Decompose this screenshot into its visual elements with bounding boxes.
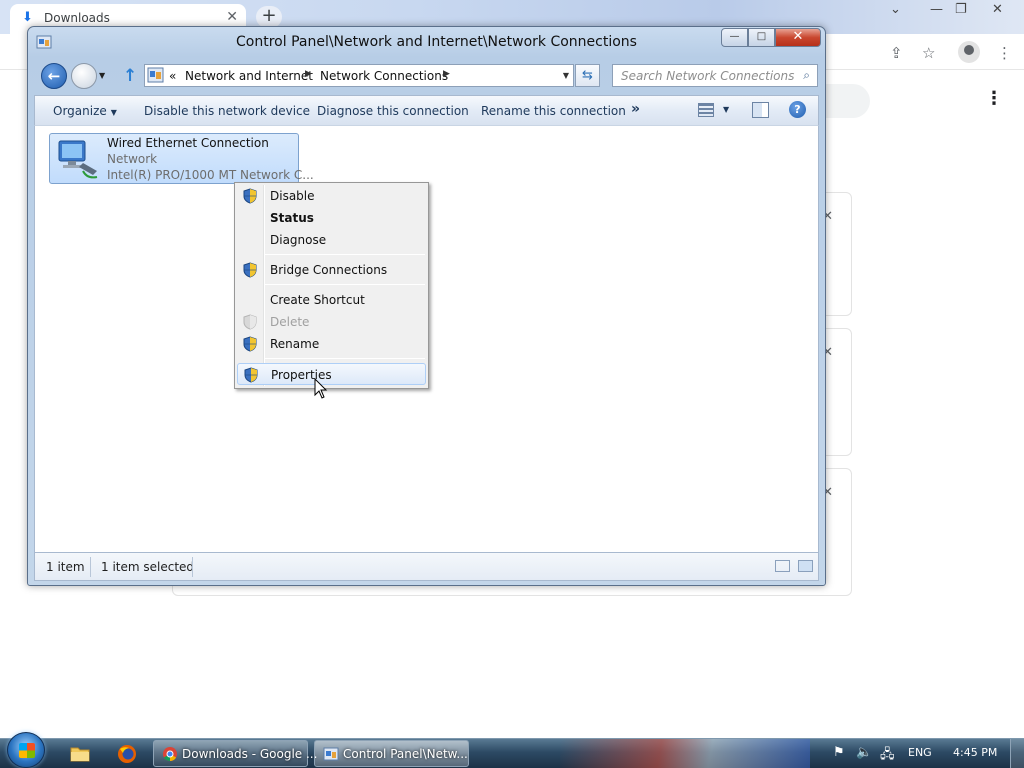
volume-icon[interactable]: 🔈 xyxy=(856,745,872,760)
status-bar: 1 item 1 item selected xyxy=(34,553,819,581)
breadcrumb-overflow[interactable]: « xyxy=(169,69,176,83)
uac-shield-icon xyxy=(243,336,257,352)
language-indicator[interactable]: ENG xyxy=(908,746,932,759)
menu-item-label: Delete xyxy=(270,315,310,329)
tab-close-icon[interactable]: ✕ xyxy=(226,9,238,25)
selection-count: 1 item selected xyxy=(101,560,195,574)
window-controls: — □ ✕ xyxy=(721,28,821,47)
taskbar-clock[interactable]: 4:45 PM xyxy=(953,746,997,759)
up-one-level-button[interactable]: ↑ xyxy=(123,66,137,86)
status-divider xyxy=(90,557,91,577)
menu-item-create-shortcut[interactable]: Create Shortcut xyxy=(237,289,426,311)
chrome-menu-icon[interactable]: ⋮ xyxy=(997,44,1012,62)
preview-pane-icon[interactable] xyxy=(752,102,769,118)
taskbar-task-label: Control Panel\Netw... xyxy=(343,747,468,761)
menu-item-properties[interactable]: Properties xyxy=(237,363,426,385)
menu-item-rename[interactable]: Rename xyxy=(237,333,426,355)
context-menu: Disable Status Diagnose Bridge Connectio… xyxy=(234,182,429,389)
item-count: 1 item xyxy=(46,560,85,574)
menu-item-label: Disable xyxy=(270,189,315,203)
back-button[interactable]: ← xyxy=(41,63,67,89)
control-panel-icon xyxy=(147,67,164,83)
search-icon[interactable]: ⌕ xyxy=(803,68,810,83)
chevron-down-icon: ▼ xyxy=(110,108,117,117)
menu-separator xyxy=(265,284,425,285)
menu-item-label: Bridge Connections xyxy=(270,263,388,277)
breadcrumb-separator[interactable]: ▶ xyxy=(305,69,312,79)
diagnose-connection-button[interactable]: Diagnose this connection xyxy=(317,104,469,118)
search-input[interactable]: Search Network Connections ⌕ xyxy=(612,64,818,87)
rename-connection-button[interactable]: Rename this connection xyxy=(481,104,626,118)
profile-avatar[interactable] xyxy=(958,41,980,63)
action-center-flag-icon[interactable]: ⚑ xyxy=(833,745,845,760)
menu-item-disable[interactable]: Disable xyxy=(237,185,426,207)
show-desktop-button[interactable] xyxy=(1010,739,1024,768)
connection-item-wired-ethernet[interactable]: Wired Ethernet Connection Network Intel(… xyxy=(49,133,314,184)
chevron-down-icon[interactable]: ⌄ xyxy=(890,2,901,17)
download-icon: ⬇ xyxy=(22,10,33,25)
refresh-button[interactable]: ⇆ xyxy=(575,64,600,87)
search-placeholder: Search Network Connections xyxy=(621,69,795,83)
breadcrumb-network-and-internet[interactable]: Network and Internet xyxy=(185,69,313,83)
chrome-restore-button[interactable]: ❐ xyxy=(955,2,967,17)
uac-shield-icon xyxy=(243,188,257,204)
breadcrumb-separator[interactable]: ▶ xyxy=(443,69,450,79)
forward-button[interactable] xyxy=(71,63,97,89)
connection-type: Network xyxy=(107,152,158,166)
disable-device-button[interactable]: Disable this network device xyxy=(144,104,310,118)
menu-separator xyxy=(265,254,425,255)
chrome-icon xyxy=(163,747,177,762)
start-button[interactable] xyxy=(7,732,45,768)
taskbar-task-label: Downloads - Google ... xyxy=(182,747,318,761)
window-title: Control Panel\Network and Internet\Netwo… xyxy=(236,34,637,50)
connection-adapter: Intel(R) PRO/1000 MT Network C... xyxy=(107,168,314,182)
star-icon[interactable]: ☆ xyxy=(922,44,935,62)
chrome-close-button[interactable]: ✕ xyxy=(992,2,1003,17)
taskbar-task-control-panel[interactable]: Control Panel\Netw... xyxy=(314,740,469,767)
details-view-icon[interactable] xyxy=(775,560,790,572)
menu-item-label: Status xyxy=(270,211,314,225)
mouse-pointer-icon xyxy=(314,378,328,399)
share-icon[interactable]: ⇪ xyxy=(890,44,903,62)
menu-item-status[interactable]: Status xyxy=(237,207,426,229)
large-icons-view-icon[interactable] xyxy=(798,560,813,572)
breadcrumb-network-connections[interactable]: Network Connections xyxy=(320,69,448,83)
uac-shield-icon xyxy=(243,314,257,330)
control-panel-icon xyxy=(323,747,339,761)
connection-name: Wired Ethernet Connection xyxy=(107,136,269,150)
chrome-minimize-button[interactable]: — xyxy=(930,2,943,17)
menu-item-label: Rename xyxy=(270,337,320,351)
address-bar[interactable]: « Network and Internet ▶ Network Connect… xyxy=(144,64,574,87)
change-view-icon[interactable] xyxy=(698,103,714,117)
organize-label: Organize xyxy=(53,104,107,118)
more-commands-button[interactable]: » xyxy=(631,101,640,117)
view-options-dropdown[interactable]: ▼ xyxy=(723,105,729,114)
menu-item-diagnose[interactable]: Diagnose xyxy=(237,229,426,251)
maximize-button[interactable]: □ xyxy=(748,28,775,47)
minimize-button[interactable]: — xyxy=(721,28,748,47)
uac-shield-icon xyxy=(244,367,258,383)
help-icon[interactable]: ? xyxy=(789,101,806,118)
new-tab-button[interactable]: + xyxy=(256,6,282,28)
chrome-tab-title: Downloads xyxy=(44,11,110,25)
network-icon[interactable]: 🖧 xyxy=(880,745,895,767)
address-dropdown-icon[interactable]: ▼ xyxy=(563,71,569,80)
organize-button[interactable]: Organize ▼ xyxy=(53,104,117,118)
recent-pages-dropdown[interactable]: ▼ xyxy=(99,71,105,80)
uac-shield-icon xyxy=(243,262,257,278)
menu-item-label: Diagnose xyxy=(270,233,327,247)
close-button[interactable]: ✕ xyxy=(775,28,821,47)
menu-separator xyxy=(265,358,425,359)
folder-icon[interactable] xyxy=(68,743,92,765)
command-bar: Organize ▼ Disable this network device Di… xyxy=(34,95,819,125)
firefox-icon[interactable] xyxy=(115,743,139,765)
menu-item-label: Create Shortcut xyxy=(270,293,365,307)
status-divider xyxy=(192,557,193,577)
network-adapter-icon xyxy=(58,140,98,179)
menu-item-delete: Delete xyxy=(237,311,426,333)
taskbar-task-chrome[interactable]: Downloads - Google ... xyxy=(153,740,317,767)
menu-item-bridge-connections[interactable]: Bridge Connections xyxy=(237,259,426,281)
downloads-more-icon[interactable]: ⋮ xyxy=(985,88,1003,109)
